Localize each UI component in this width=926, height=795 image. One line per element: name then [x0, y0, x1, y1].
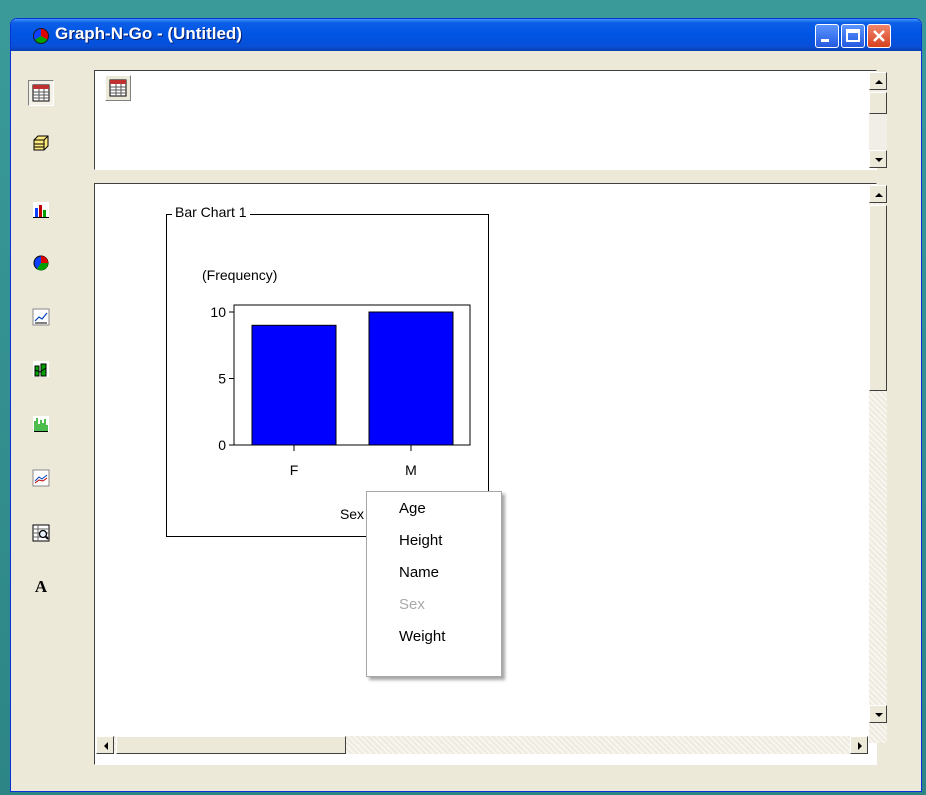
y-axis-label: (Frequency)	[202, 267, 277, 283]
bar-f	[251, 324, 337, 446]
menu-item-weight[interactable]: Weight	[399, 628, 445, 650]
y-tick-label: 0	[218, 437, 226, 453]
x-tick-label: F	[290, 462, 299, 478]
menu-item-name[interactable]: Name	[399, 564, 439, 586]
y-tick-label: 5	[218, 371, 226, 387]
x-axis-label: Sex	[340, 506, 364, 522]
menu-item-age[interactable]: Age	[399, 500, 426, 522]
context-menu: Age Height Name Sex Weight	[366, 491, 502, 677]
menu-item-sex: Sex	[399, 596, 425, 613]
bar-m	[368, 311, 454, 446]
x-tick-label: M	[405, 462, 417, 478]
menu-item-height[interactable]: Height	[399, 532, 442, 554]
y-tick-label: 10	[210, 304, 226, 320]
